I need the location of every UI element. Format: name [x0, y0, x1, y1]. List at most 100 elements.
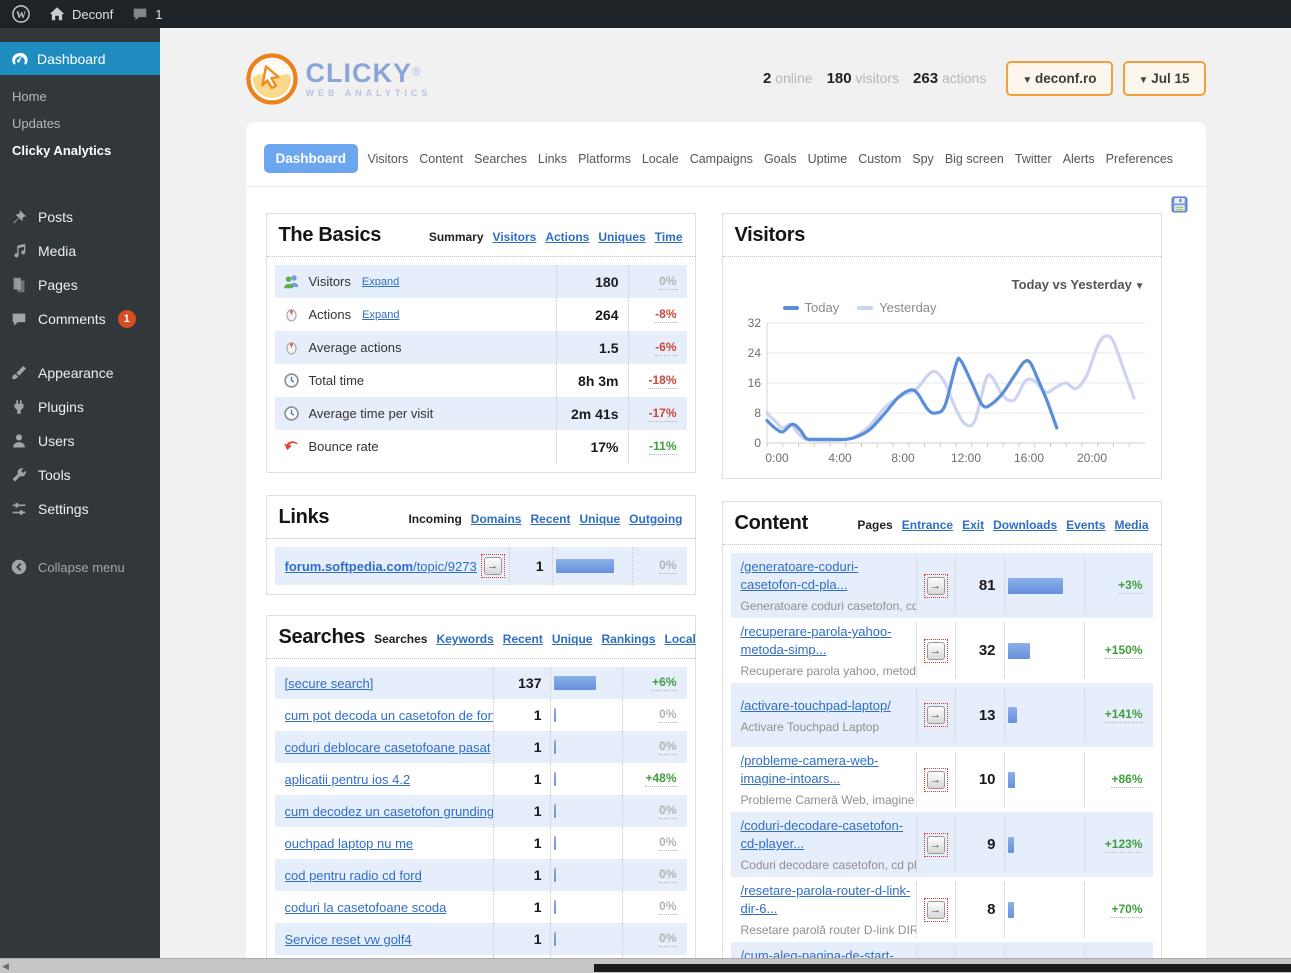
tab-uptime[interactable]: Uptime: [802, 152, 853, 166]
content-page: /cum-aleg-pagina-de-start-google/Setare …: [741, 947, 916, 958]
scrollbar-thumb[interactable]: [593, 964, 1291, 972]
tab-content[interactable]: Content: [414, 152, 469, 166]
filter-rankings[interactable]: Rankings: [601, 632, 655, 646]
sidebar-item-settings[interactable]: Settings: [0, 492, 160, 526]
sidebar-collapse-menu[interactable]: Collapse menu: [0, 550, 160, 584]
search-term-link[interactable]: cum pot decoda un casetofon de forf: [285, 708, 493, 723]
sidebar-item-users[interactable]: Users: [0, 424, 160, 458]
filter-domains[interactable]: Domains: [471, 512, 522, 526]
open-link-button[interactable]: →: [923, 573, 948, 598]
filter-media[interactable]: Media: [1114, 518, 1148, 532]
page-url-link[interactable]: /cum-aleg-pagina-de-start-google/: [741, 948, 894, 958]
filter-outgoing[interactable]: Outgoing: [629, 512, 682, 526]
filter-unique[interactable]: Unique: [552, 632, 593, 646]
basics-filters: Summary Visitors Actions Uniques Time: [420, 230, 683, 244]
open-link-button[interactable]: →: [923, 767, 948, 792]
wp-logo-menu[interactable]: W: [12, 5, 30, 23]
tab-links[interactable]: Links: [532, 152, 572, 166]
comments-menu[interactable]: 1: [131, 5, 162, 23]
clicky-logo[interactable]: CLICKY® WEB ANALYTICS: [245, 53, 432, 105]
filter-actions[interactable]: Actions: [545, 230, 589, 244]
tab-spy[interactable]: Spy: [907, 152, 940, 166]
chart-mode-selector[interactable]: Today vs Yesterday: [731, 265, 1153, 294]
stat-label: actions: [938, 69, 987, 86]
horizontal-scrollbar[interactable]: ◀: [0, 958, 1291, 973]
filter-pages[interactable]: Pages: [857, 518, 892, 532]
filter-local[interactable]: Local: [665, 632, 696, 646]
filter-recent[interactable]: Recent: [530, 512, 570, 526]
sidebar-item-appearance[interactable]: Appearance: [0, 356, 160, 390]
metric-label: Actions: [308, 307, 352, 322]
tab-twitter[interactable]: Twitter: [1009, 152, 1057, 166]
open-link-button[interactable]: →: [923, 897, 948, 922]
filter-entrance[interactable]: Entrance: [902, 518, 953, 532]
scroll-left-arrow-icon[interactable]: ◀: [2, 961, 9, 972]
date-selector-button[interactable]: Jul 15: [1122, 60, 1206, 96]
search-term-link[interactable]: coduri la casetofoane scoda: [285, 900, 493, 915]
sidebar-item-dashboard[interactable]: Dashboard: [0, 42, 160, 75]
tab-goals[interactable]: Goals: [758, 152, 802, 166]
sidebar-item-pages[interactable]: Pages: [0, 268, 160, 302]
tab-visitors[interactable]: Visitors: [362, 152, 414, 166]
site-selector-button[interactable]: deconf.ro: [1006, 60, 1113, 96]
open-link-button[interactable]: →: [923, 638, 948, 663]
filter-uniques[interactable]: Uniques: [598, 230, 645, 244]
tab-locale[interactable]: Locale: [636, 152, 684, 166]
tab-alerts[interactable]: Alerts: [1057, 152, 1100, 166]
page-url-link[interactable]: /resetare-parola-router-d-link-dir-6...: [741, 883, 911, 916]
filter-events[interactable]: Events: [1066, 518, 1105, 532]
filter-recent[interactable]: Recent: [503, 632, 543, 646]
open-link-button[interactable]: →: [480, 554, 505, 578]
search-term-link[interactable]: ouchpad laptop nu me: [285, 836, 493, 851]
filter-incoming[interactable]: Incoming: [408, 512, 461, 526]
tab-platforms[interactable]: Platforms: [573, 152, 637, 166]
search-term-link[interactable]: [secure search]: [285, 676, 493, 691]
sidebar-item-tools[interactable]: Tools: [0, 458, 160, 492]
sidebar-subitem-home[interactable]: Home: [0, 83, 160, 110]
page-url-link[interactable]: /activare-touchpad-laptop/: [741, 698, 891, 713]
expand-link[interactable]: Expand: [362, 276, 399, 288]
referrer-link[interactable]: forum.softpedia.com/topic/927395-re...: [285, 559, 477, 574]
page-url-link[interactable]: /recuperare-parola-yahoo-metoda-simp...: [741, 624, 892, 657]
open-link-button[interactable]: →: [923, 832, 948, 857]
value-bar: [553, 868, 556, 882]
tab-searches[interactable]: Searches: [469, 152, 533, 166]
search-term-link[interactable]: cum decodez un casetofon grunding de...: [285, 804, 493, 819]
tab-preferences[interactable]: Preferences: [1100, 152, 1178, 166]
filter-searches[interactable]: Searches: [374, 632, 427, 646]
search-term-link[interactable]: coduri deblocare casetofoane pasat: [285, 740, 493, 755]
tab-campaigns[interactable]: Campaigns: [684, 152, 758, 166]
tab-big-screen[interactable]: Big screen: [939, 152, 1009, 166]
page-url-link[interactable]: /coduri-decodare-casetofon-cd-player...: [741, 818, 904, 851]
page-url-link[interactable]: /probleme-camera-web-imagine-intoars...: [741, 753, 879, 786]
svg-text:24: 24: [747, 346, 761, 360]
filter-time[interactable]: Time: [655, 230, 683, 244]
sidebar-item-plugins[interactable]: Plugins: [0, 390, 160, 424]
open-link-button[interactable]: →: [923, 703, 948, 727]
expand-link[interactable]: Expand: [362, 309, 399, 321]
filter-exit[interactable]: Exit: [962, 518, 984, 532]
content-value: 81: [954, 558, 1004, 613]
page-description: Recuperare parola yahoo, metoda simp...: [740, 664, 916, 678]
tab-dashboard[interactable]: Dashboard: [263, 144, 359, 173]
site-name-menu[interactable]: Deconf: [48, 5, 113, 23]
sidebar-item-posts[interactable]: Posts: [0, 200, 160, 234]
filter-downloads[interactable]: Downloads: [993, 518, 1057, 532]
content-panel: Content Pages Entrance Exit Downloads Events…: [721, 501, 1162, 958]
basics-row-total-time: Total time 8h 3m -18%: [275, 364, 687, 397]
tab-custom[interactable]: Custom: [853, 152, 907, 166]
sidebar-item-media[interactable]: Media: [0, 234, 160, 268]
search-term-link[interactable]: cod pentru radio cd ford: [285, 868, 493, 883]
sidebar-subitem-clicky-analytics[interactable]: Clicky Analytics: [0, 137, 160, 164]
filter-summary[interactable]: Summary: [429, 230, 484, 244]
sidebar-item-comments[interactable]: Comments 1: [0, 302, 160, 336]
search-term-link[interactable]: Service reset vw golf4: [285, 932, 493, 947]
filter-visitors[interactable]: Visitors: [493, 230, 537, 244]
filter-unique[interactable]: Unique: [580, 512, 621, 526]
filter-keywords[interactable]: Keywords: [436, 632, 493, 646]
save-icon[interactable]: [1171, 196, 1188, 213]
sidebar-subitem-updates[interactable]: Updates: [0, 110, 160, 137]
search-term-link[interactable]: aplicatii pentru ios 4.2: [285, 772, 493, 787]
page-url-link[interactable]: /generatoare-coduri-casetofon-cd-pla...: [741, 559, 859, 592]
metric-value: 1.5: [555, 331, 628, 364]
